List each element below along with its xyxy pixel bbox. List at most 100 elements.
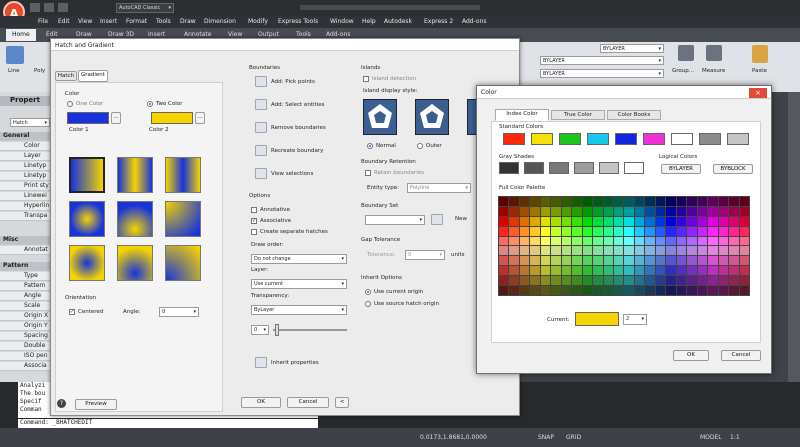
palette-cell[interactable] bbox=[614, 246, 624, 256]
palette-cell[interactable] bbox=[603, 256, 614, 266]
properties-row[interactable]: Origin X bbox=[0, 312, 52, 321]
palette-cell[interactable] bbox=[624, 246, 634, 256]
add-pick-points-button[interactable]: Add: Pick points bbox=[271, 79, 315, 85]
palette-cell[interactable] bbox=[509, 286, 519, 295]
palette-cell[interactable] bbox=[729, 286, 739, 295]
palette-cell[interactable] bbox=[645, 256, 655, 266]
standard-color-swatch[interactable] bbox=[503, 133, 525, 145]
palette-cell[interactable] bbox=[561, 246, 572, 256]
palette-cell[interactable] bbox=[666, 206, 676, 216]
palette-cell[interactable] bbox=[499, 216, 509, 226]
palette-cell[interactable] bbox=[561, 266, 572, 276]
menu-modify[interactable]: Modify bbox=[248, 18, 268, 25]
standard-color-swatch[interactable] bbox=[615, 133, 637, 145]
gradient-pattern-curved[interactable] bbox=[165, 201, 201, 237]
ribbon-measure-label[interactable]: Measure bbox=[702, 68, 725, 74]
palette-cell[interactable] bbox=[561, 197, 572, 206]
tab-color-books[interactable]: Color Books bbox=[607, 110, 661, 120]
palette-cell[interactable] bbox=[655, 286, 666, 295]
byblock-button[interactable]: BYBLOCK bbox=[713, 164, 753, 174]
palette-cell[interactable] bbox=[551, 286, 561, 295]
palette-cell[interactable] bbox=[676, 286, 687, 295]
save-icon[interactable] bbox=[58, 3, 68, 12]
palette-cell[interactable] bbox=[530, 197, 540, 206]
ribbon-tab-annotate[interactable]: Annotate bbox=[184, 31, 211, 38]
preview-button[interactable]: Preview bbox=[75, 399, 117, 410]
palette-cell[interactable] bbox=[593, 206, 603, 216]
palette-cell[interactable] bbox=[551, 276, 561, 286]
island-outer-icon[interactable] bbox=[415, 99, 449, 135]
associative-checkbox[interactable]: ✓ bbox=[251, 218, 257, 224]
palette-cell[interactable] bbox=[603, 236, 614, 246]
snap-toggle[interactable]: SNAP bbox=[538, 434, 554, 441]
current-color-input[interactable]: 2 bbox=[623, 314, 647, 325]
standard-color-swatch[interactable] bbox=[559, 133, 581, 145]
palette-cell[interactable] bbox=[708, 236, 718, 246]
annotation-scale[interactable]: 1:1 bbox=[730, 434, 740, 441]
palette-cell[interactable] bbox=[697, 256, 708, 266]
properties-row[interactable]: Linetyp bbox=[0, 172, 52, 181]
palette-cell[interactable] bbox=[530, 276, 540, 286]
transparency-combo[interactable]: ByLayer bbox=[251, 305, 347, 315]
palette-cell[interactable] bbox=[561, 206, 572, 216]
palette-cell[interactable] bbox=[582, 256, 593, 266]
palette-cell[interactable] bbox=[509, 266, 519, 276]
properties-row[interactable]: Angle bbox=[0, 292, 52, 301]
properties-row[interactable]: Spacing bbox=[0, 332, 52, 341]
standard-color-swatch[interactable] bbox=[727, 133, 749, 145]
palette-cell[interactable] bbox=[509, 206, 519, 216]
palette-cell[interactable] bbox=[666, 266, 676, 276]
palette-cell[interactable] bbox=[624, 236, 634, 246]
properties-row[interactable]: Origin Y bbox=[0, 322, 52, 331]
gradient-pattern-hemispherical[interactable] bbox=[117, 201, 153, 237]
view-selections-button[interactable]: View selections bbox=[271, 171, 313, 177]
palette-cell[interactable] bbox=[624, 266, 634, 276]
retain-boundaries-checkbox[interactable] bbox=[365, 170, 371, 176]
palette-cell[interactable] bbox=[718, 197, 729, 206]
color-ok-button[interactable]: OK bbox=[673, 350, 709, 361]
layer-combo[interactable]: Use current bbox=[251, 279, 347, 289]
palette-cell[interactable] bbox=[519, 216, 530, 226]
palette-cell[interactable] bbox=[666, 246, 676, 256]
palette-cell[interactable] bbox=[499, 197, 509, 206]
group-icon[interactable] bbox=[678, 45, 694, 61]
menu-express-2[interactable]: Express 2 bbox=[424, 18, 453, 25]
palette-cell[interactable] bbox=[739, 236, 749, 246]
palette-cell[interactable] bbox=[718, 206, 729, 216]
palette-cell[interactable] bbox=[572, 197, 582, 206]
menu-dimension[interactable]: Dimension bbox=[204, 18, 236, 25]
ribbon-tab-tools[interactable]: Tools bbox=[296, 31, 311, 38]
palette-cell[interactable] bbox=[593, 236, 603, 246]
palette-cell[interactable] bbox=[655, 256, 666, 266]
menu-view[interactable]: View bbox=[78, 18, 92, 25]
palette-cell[interactable] bbox=[687, 266, 697, 276]
palette-cell[interactable] bbox=[603, 226, 614, 236]
palette-cell[interactable] bbox=[666, 276, 676, 286]
palette-cell[interactable] bbox=[614, 266, 624, 276]
ribbon-tab-insert[interactable]: Insert bbox=[148, 31, 165, 38]
palette-cell[interactable] bbox=[666, 197, 676, 206]
palette-cell[interactable] bbox=[624, 226, 634, 236]
palette-cell[interactable] bbox=[509, 197, 519, 206]
palette-cell[interactable] bbox=[624, 256, 634, 266]
palette-cell[interactable] bbox=[645, 246, 655, 256]
palette-cell[interactable] bbox=[634, 286, 645, 295]
standard-color-swatch[interactable] bbox=[587, 133, 609, 145]
palette-cell[interactable] bbox=[624, 197, 634, 206]
palette-cell[interactable] bbox=[540, 276, 551, 286]
palette-cell[interactable] bbox=[530, 226, 540, 236]
palette-cell[interactable] bbox=[614, 197, 624, 206]
palette-cell[interactable] bbox=[697, 236, 708, 246]
palette-cell[interactable] bbox=[614, 236, 624, 246]
ribbon-tab-add-ons[interactable]: Add-ons bbox=[326, 31, 351, 38]
palette-cell[interactable] bbox=[509, 276, 519, 286]
angle-combo[interactable]: 0 bbox=[159, 307, 199, 317]
palette-cell[interactable] bbox=[729, 276, 739, 286]
palette-cell[interactable] bbox=[708, 266, 718, 276]
menu-window[interactable]: Window bbox=[330, 18, 354, 25]
palette-cell[interactable] bbox=[614, 216, 624, 226]
palette-cell[interactable] bbox=[729, 226, 739, 236]
palette-cell[interactable] bbox=[687, 206, 697, 216]
ribbon-tab-home[interactable]: Home bbox=[6, 29, 36, 41]
palette-cell[interactable] bbox=[634, 206, 645, 216]
